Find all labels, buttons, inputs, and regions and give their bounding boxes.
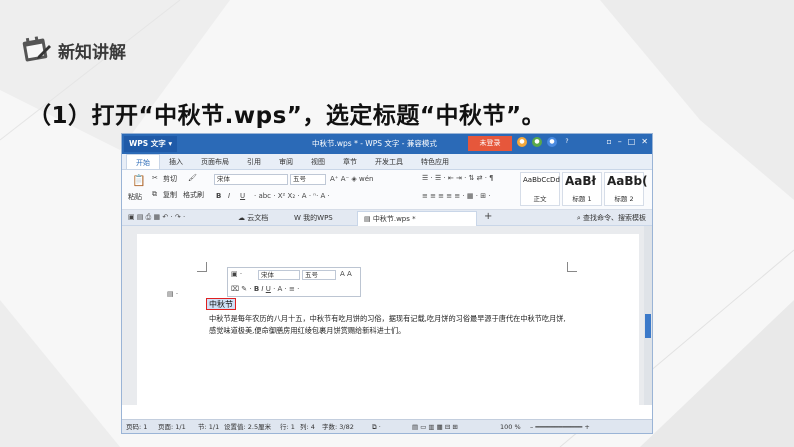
style-normal-name: 正文 (533, 195, 547, 203)
app-button-label: WPS 文字 (129, 139, 166, 148)
menu-review[interactable]: 审阅 (270, 154, 302, 169)
restore-icon[interactable]: ▫ (606, 137, 611, 146)
font-size-select[interactable]: 五号 (290, 174, 326, 185)
status-col: 列: 4 (300, 423, 315, 431)
mini-font-size[interactable]: 五号 (302, 270, 336, 280)
wps-window: WPS 文字 ▾ 中秋节.wps * - WPS 文字 - 兼容模式 未登录 ●… (121, 133, 653, 434)
font-name-select[interactable]: 宋体 (214, 174, 288, 185)
tab-current-document[interactable]: ▤ 中秋节.wps * (357, 211, 477, 226)
command-search-label: 查找命令、搜索模板 (583, 214, 646, 222)
format-painter-button[interactable]: 格式刷 (183, 190, 204, 200)
document-body[interactable]: 中秋节是每年农历的八月十五，中秋节有吃月饼的习俗，据现有记载,吃月饼的习俗最早源… (209, 313, 569, 337)
margin-mark (197, 262, 207, 272)
title-bar: WPS 文字 ▾ 中秋节.wps * - WPS 文字 - 兼容模式 未登录 ●… (122, 134, 652, 154)
menu-special[interactable]: 特色应用 (412, 154, 458, 169)
style-heading-1-name: 标题 1 (572, 195, 592, 203)
mini-grow-font-icon[interactable]: A A (340, 270, 352, 278)
list-icons[interactable]: ☰ · ☰ · ⇤ ⇥ · ⇅ ⇄ · ¶ (422, 174, 494, 182)
status-row: 行: 1 (280, 423, 295, 431)
paragraph-icon[interactable]: ▤ · (167, 290, 178, 298)
status-words: 字数: 3/82 (322, 423, 354, 431)
close-icon[interactable]: ✕ (641, 137, 648, 146)
menu-home[interactable]: 开始 (126, 154, 160, 169)
grow-font-icon[interactable]: A⁺ A⁻ ◈ wén (330, 175, 374, 183)
menu-references[interactable]: 引用 (238, 154, 270, 169)
mini-style-icon[interactable]: ▣ · (231, 270, 242, 278)
menu-insert[interactable]: 插入 (160, 154, 192, 169)
view-icons[interactable]: ▤ ▭ ▥ ▦ ⊟ ⊞ (412, 420, 458, 433)
share-icon[interactable]: ● (547, 137, 557, 147)
more-font-icons[interactable]: · abc · X² X₂ · A · ⁿ· A · (254, 192, 330, 200)
status-pages: 页面: 1/1 (158, 423, 186, 431)
mini-font-size-value: 五号 (305, 271, 318, 279)
menu-developer[interactable]: 开发工具 (366, 154, 412, 169)
command-search[interactable]: ⌕ 查找命令、搜索模板 (577, 211, 646, 226)
paste-icon[interactable]: 📋 (132, 174, 146, 187)
tab-current-document-label: 中秋节.wps * (372, 215, 416, 223)
instruction-text: （1）打开“中秋节.wps”，选定标题“中秋节”。 (28, 103, 546, 129)
status-setting: 设置值: 2.5厘米 (224, 423, 272, 431)
status-section: 节: 1/1 (198, 423, 220, 431)
bold-icon[interactable]: B (216, 192, 221, 200)
menu-page-layout[interactable]: 页面布局 (192, 154, 238, 169)
scroll-thumb[interactable] (645, 314, 651, 338)
italic-icon[interactable]: I (228, 192, 230, 200)
maximize-icon[interactable]: □ (628, 137, 636, 146)
quick-access-icons[interactable]: ▣ ▤ ⎙ ▦ ↶ · ↷ · (128, 213, 185, 222)
format-painter-icon[interactable]: 🖌 (188, 174, 197, 182)
copy-button[interactable]: 复制 (163, 190, 177, 200)
status-icons[interactable]: ⧉ · (372, 420, 381, 433)
cut-button[interactable]: 剪切 (163, 174, 177, 184)
help-icon[interactable]: ? (562, 137, 572, 147)
calendar-icon (22, 36, 51, 62)
new-tab-icon[interactable]: + (484, 211, 492, 222)
document-tab-bar: ▣ ▤ ⎙ ▦ ↶ · ↷ · ☁ 云文档 W 我的WPS ▤ 中秋节.wps … (122, 210, 652, 226)
login-button[interactable]: 未登录 (468, 136, 512, 151)
style-heading-2[interactable]: AaBb( 标题 2 (604, 172, 648, 206)
menu-section[interactable]: 章节 (334, 154, 366, 169)
selected-heading[interactable]: 中秋节 (206, 298, 236, 310)
font-size-value: 五号 (293, 175, 306, 183)
status-page-no: 页码: 1 (126, 423, 148, 431)
wps-app-button[interactable]: WPS 文字 ▾ (124, 136, 178, 152)
margin-mark (567, 262, 577, 272)
style-heading-2-name: 标题 2 (614, 195, 634, 203)
skin-icon[interactable]: ● (517, 137, 527, 147)
mini-font-name-value: 宋体 (261, 271, 274, 279)
style-normal[interactable]: AaBbCcDd 正文 (520, 172, 560, 206)
menu-bar: 开始 插入 页面布局 引用 审阅 视图 章节 开发工具 特色应用 (122, 154, 652, 170)
mini-font-name[interactable]: 宋体 (258, 270, 300, 280)
tab-cloud-docs-label: 云文档 (247, 214, 269, 222)
align-icons[interactable]: ≡ ≡ ≡ ≡ ≡ · ▦ · ⊞ · (422, 192, 491, 200)
cut-icon[interactable]: ✂ (152, 174, 158, 182)
tab-my-wps[interactable]: W 我的WPS (288, 211, 339, 226)
zoom-slider[interactable]: – ━━━━━━━━━━━━ + (530, 420, 590, 433)
style-heading-1[interactable]: AaBł 标题 1 (562, 172, 602, 206)
style-heading-1-preview: AaBł (565, 174, 596, 188)
copy-icon[interactable]: ⧉ (152, 190, 157, 199)
status-bar: 页码: 1 页面: 1/1 节: 1/1 设置值: 2.5厘米 行: 1 列: … (122, 419, 652, 433)
menu-view[interactable]: 视图 (302, 154, 334, 169)
minimize-icon[interactable]: – (618, 137, 622, 146)
floating-format-toolbar: ▣ · 宋体 五号 A A ⌧ ✎ · B I U · A · ≡ · (227, 267, 361, 297)
style-normal-preview: AaBbCcDd (523, 176, 560, 184)
document-title: 中秋节.wps * - WPS 文字 - 兼容模式 (312, 139, 437, 148)
mini-format-icons[interactable]: ⌧ ✎ · B I U · A · ≡ · (231, 285, 299, 293)
tab-my-wps-label: 我的WPS (303, 214, 333, 222)
cloud-icon[interactable]: ● (532, 137, 542, 147)
underline-icon[interactable]: U (240, 192, 245, 200)
font-name-value: 宋体 (217, 175, 230, 183)
section-title: 新知讲解 (58, 43, 126, 63)
vertical-scrollbar[interactable] (644, 226, 652, 405)
tab-cloud-docs[interactable]: ☁ 云文档 (232, 211, 274, 226)
ribbon: 📋 粘贴 ✂ 剪切 ⧉ 复制 🖌 格式刷 宋体 五号 A⁺ A⁻ ◈ wén B… (122, 170, 652, 210)
paste-button[interactable]: 粘贴 (128, 192, 142, 202)
style-heading-2-preview: AaBb( (607, 174, 648, 188)
zoom-value: 100 % (500, 423, 521, 431)
